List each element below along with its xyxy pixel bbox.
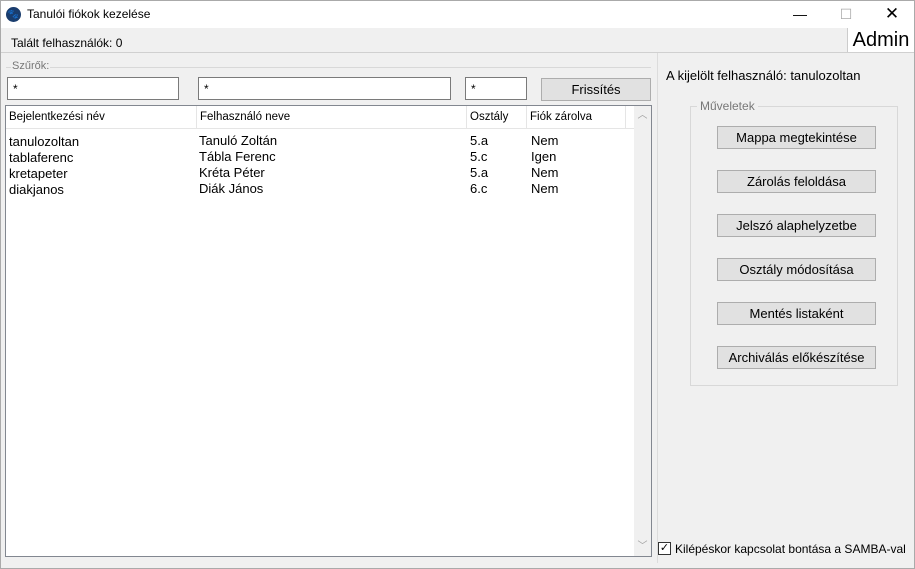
table-row[interactable]: tablaferenc Tábla Ferenc 5.c Igen [6, 149, 634, 165]
unlock-account-button[interactable]: Zárolás feloldása [717, 170, 876, 193]
prepare-archive-button[interactable]: Archiválás előkészítése [717, 346, 876, 369]
table-row[interactable]: tanulozoltan Tanuló Zoltán 5.a Nem [6, 133, 634, 149]
cell-name: Diák János [199, 181, 264, 196]
filters-label: Szűrők: [11, 60, 51, 72]
reset-password-button[interactable]: Jelszó alaphelyzetbe [717, 214, 876, 237]
cell-class: 6.c [470, 181, 488, 196]
logout-disconnect-label[interactable]: Kilépéskor kapcsolat bontása a SAMBA-val [675, 542, 906, 556]
cell-class: 5.a [470, 133, 489, 148]
filters-group [6, 67, 651, 68]
change-class-button[interactable]: Osztály módosítása [717, 258, 876, 281]
cell-name: Tanuló Zoltán [199, 133, 278, 148]
paw-icon: 🐾 [6, 7, 21, 22]
cell-locked: Nem [531, 133, 559, 148]
selected-user-label: A kijelölt felhasználó: [666, 68, 787, 83]
cell-locked: Nem [531, 181, 559, 196]
title-bar[interactable]: 🐾 Tanulói fiókok kezelése — ☐ ✕ [1, 1, 914, 28]
selected-user-info: A kijelölt felhasználó: tanulozoltan [666, 68, 860, 83]
checkmark-icon: ✓ [659, 542, 670, 554]
column-header-login[interactable]: Bejelentkezési név [6, 106, 197, 129]
found-users-count: Talált felhasználók: 0 [11, 36, 123, 50]
cell-locked: Nem [531, 165, 559, 180]
login-filter-input[interactable] [7, 77, 179, 100]
users-table[interactable]: Bejelentkezési név Felhasználó neve Oszt… [5, 105, 652, 557]
close-button[interactable]: ✕ [869, 1, 915, 28]
selected-user-value: tanulozoltan [790, 68, 861, 83]
table-row[interactable]: diakjanos Diák János 6.c Nem [6, 181, 634, 197]
cell-login: kretapeter [9, 166, 68, 181]
main-window: 🐾 Tanulói fiókok kezelése — ☐ ✕ Talált f… [0, 0, 915, 569]
table-header: Bejelentkezési név Felhasználó neve Oszt… [6, 106, 634, 129]
column-header-locked[interactable]: Fiók zárolva [527, 106, 626, 129]
cell-login: tanulozoltan [9, 134, 80, 149]
cell-locked: Igen [531, 149, 557, 164]
cell-login: tablaferenc [9, 150, 74, 165]
table-scrollbar[interactable]: ︿ ﹀ [634, 106, 651, 556]
column-header-class[interactable]: Osztály [467, 106, 527, 129]
column-header-name[interactable]: Felhasználó neve [197, 106, 467, 129]
panel-divider [657, 53, 658, 563]
cell-class: 5.a [470, 165, 489, 180]
chevron-down-icon[interactable]: ﹀ [634, 538, 651, 555]
class-filter-input[interactable] [465, 77, 527, 100]
window-title: Tanulói fiókok kezelése [27, 7, 151, 21]
operations-label: Műveletek [697, 99, 758, 113]
name-filter-input[interactable] [198, 77, 451, 100]
cell-class: 5.c [470, 149, 488, 164]
maximize-button[interactable]: ☐ [823, 1, 869, 28]
table-row[interactable]: kretapeter Kréta Péter 5.a Nem [6, 165, 634, 181]
save-as-list-button[interactable]: Mentés listaként [717, 302, 876, 325]
cell-name: Tábla Ferenc [199, 149, 276, 164]
chevron-up-icon[interactable]: ︿ [634, 107, 651, 124]
minimize-button[interactable]: — [777, 1, 823, 28]
logout-disconnect-checkbox[interactable]: ✓ [658, 542, 671, 555]
view-folder-button[interactable]: Mappa megtekintése [717, 126, 876, 149]
refresh-button[interactable]: Frissítés [541, 78, 651, 101]
cell-login: diakjanos [9, 182, 64, 197]
cell-name: Kréta Péter [199, 165, 265, 180]
status-bar: Talált felhasználók: 0 [1, 28, 914, 53]
role-badge: Admin [847, 28, 914, 52]
